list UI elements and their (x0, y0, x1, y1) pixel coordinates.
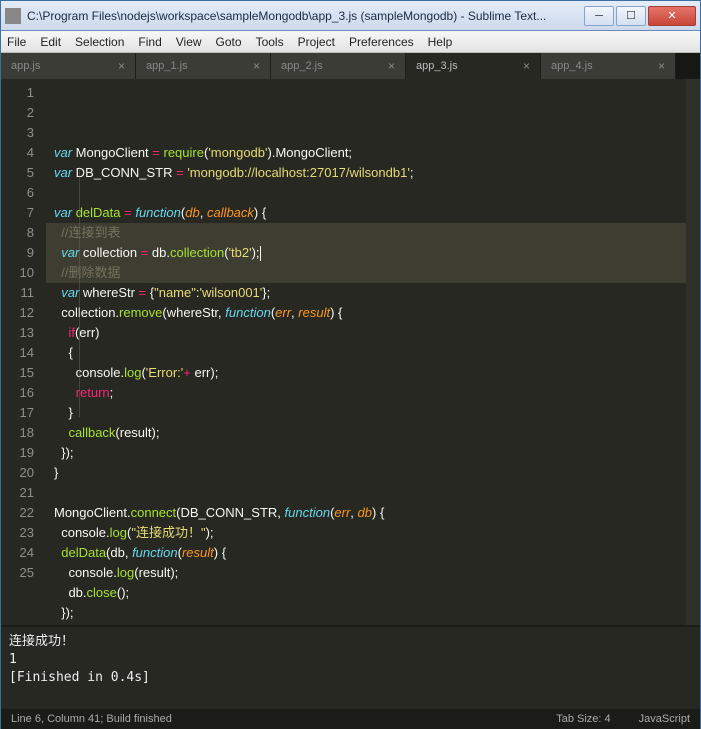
tab-app_3-js[interactable]: app_3.js × (406, 53, 541, 79)
code-line[interactable]: collection.remove(whereStr, function(err… (46, 303, 686, 323)
status-tabsize[interactable]: Tab Size: 4 (556, 713, 610, 725)
menu-view[interactable]: View (176, 35, 202, 49)
menu-preferences[interactable]: Preferences (349, 35, 414, 49)
menu-project[interactable]: Project (298, 35, 335, 49)
close-button[interactable]: ✕ (648, 6, 696, 26)
code-line[interactable]: if(err) (46, 323, 686, 343)
menu-file[interactable]: File (7, 35, 26, 49)
menu-tools[interactable]: Tools (256, 35, 284, 49)
tab-close-icon[interactable]: × (523, 59, 530, 73)
tab-close-icon[interactable]: × (388, 59, 395, 73)
tab-close-icon[interactable]: × (118, 59, 125, 73)
status-bar: Line 6, Column 41; Build finished Tab Si… (1, 709, 700, 729)
code-line[interactable]: var whereStr = {"name":'wilson001'}; (46, 283, 686, 303)
code-line[interactable]: }); (46, 443, 686, 463)
status-syntax[interactable]: JavaScript (639, 713, 690, 725)
code-line[interactable]: } (46, 403, 686, 423)
code-line[interactable]: callback(result); (46, 423, 686, 443)
build-output: 连接成功！ 1 [Finished in 0.4s] (1, 625, 700, 709)
tab-label: app_4.js (551, 60, 593, 72)
code-line[interactable]: var collection = db.collection('tb2'); (46, 243, 686, 263)
tab-label: app_3.js (416, 60, 458, 72)
tab-label: app_2.js (281, 60, 323, 72)
code-line[interactable]: db.close(); (46, 583, 686, 603)
menu-edit[interactable]: Edit (40, 35, 61, 49)
menu-goto[interactable]: Goto (216, 35, 242, 49)
window-title: C:\Program Files\nodejs\workspace\sample… (27, 9, 584, 23)
code-line[interactable]: //删除数据 (46, 263, 686, 283)
tab-app_2-js[interactable]: app_2.js × (271, 53, 406, 79)
code-line[interactable]: console.log(result); (46, 563, 686, 583)
status-left: Line 6, Column 41; Build finished (11, 713, 172, 725)
code-line[interactable]: var delData = function(db, callback) { (46, 203, 686, 223)
fold-guide (79, 167, 80, 417)
window-titlebar: C:\Program Files\nodejs\workspace\sample… (1, 1, 700, 31)
code-line[interactable] (46, 183, 686, 203)
app-icon (5, 8, 21, 24)
code-line[interactable]: console.log("连接成功！"); (46, 523, 686, 543)
code-area[interactable]: var MongoClient = require('mongodb').Mon… (46, 79, 686, 625)
tab-label: app.js (11, 60, 40, 72)
window-controls: ─ ☐ ✕ (584, 6, 696, 26)
tab-bar: app.js×app_1.js×app_2.js×app_3.js×app_4.… (1, 53, 700, 79)
tab-app_4-js[interactable]: app_4.js × (541, 53, 676, 79)
maximize-button[interactable]: ☐ (616, 6, 646, 26)
tab-app-js[interactable]: app.js × (1, 53, 136, 79)
code-line[interactable]: { (46, 343, 686, 363)
menu-help[interactable]: Help (428, 35, 453, 49)
code-line[interactable] (46, 483, 686, 503)
menu-find[interactable]: Find (138, 35, 161, 49)
code-line[interactable]: //连接到表 (46, 223, 686, 243)
tab-label: app_1.js (146, 60, 188, 72)
code-line[interactable]: var DB_CONN_STR = 'mongodb://localhost:2… (46, 163, 686, 183)
tab-close-icon[interactable]: × (658, 59, 665, 73)
code-line[interactable]: }); (46, 623, 686, 625)
code-line[interactable]: return; (46, 383, 686, 403)
code-line[interactable]: console.log('Error:'+ err); (46, 363, 686, 383)
menu-selection[interactable]: Selection (75, 35, 124, 49)
code-line[interactable]: MongoClient.connect(DB_CONN_STR, functio… (46, 503, 686, 523)
code-line[interactable]: delData(db, function(result) { (46, 543, 686, 563)
tab-app_1-js[interactable]: app_1.js × (136, 53, 271, 79)
code-line[interactable]: } (46, 463, 686, 483)
editor-area: 1234567891011121314151617181920212223242… (1, 79, 700, 625)
minimap[interactable] (686, 79, 700, 625)
code-line[interactable]: }); (46, 603, 686, 623)
tab-close-icon[interactable]: × (253, 59, 260, 73)
line-gutter: 1234567891011121314151617181920212223242… (1, 79, 46, 625)
minimize-button[interactable]: ─ (584, 6, 614, 26)
menu-bar: File Edit Selection Find View Goto Tools Projec… (1, 31, 700, 53)
code-line[interactable]: var MongoClient = require('mongodb').Mon… (46, 143, 686, 163)
